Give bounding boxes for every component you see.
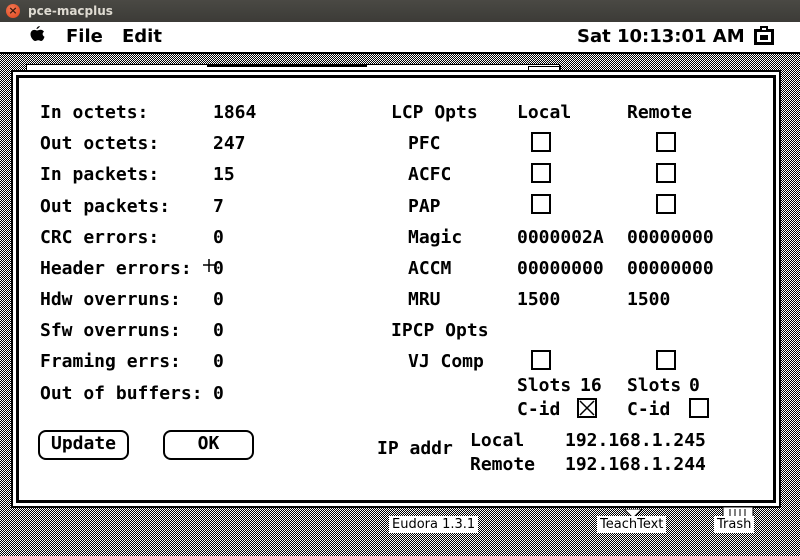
stat-label: Hdw overruns: xyxy=(40,289,181,310)
ip-local-value: 192.168.1.245 xyxy=(565,430,706,451)
stat-label: Out packets: xyxy=(40,196,171,217)
stat-value: 0 xyxy=(213,383,224,404)
ip-local-label: Local xyxy=(470,430,525,451)
acfc-label: ACFC xyxy=(408,164,452,185)
stat-value: 1864 xyxy=(213,102,257,123)
stat-label: Out octets: xyxy=(40,133,160,154)
stat-value: 0 xyxy=(213,289,224,310)
mac-screen: File Edit Sat 10:13:01 AM In octets: 186… xyxy=(0,22,800,556)
stat-label: Sfw overruns: xyxy=(40,320,181,341)
local-slots-label: Slots xyxy=(517,375,572,396)
stat-label: CRC errors: xyxy=(40,227,160,248)
update-button[interactable]: Update xyxy=(38,430,129,460)
apple-menu-icon[interactable] xyxy=(28,25,46,50)
magic-remote-value: 00000000 xyxy=(627,227,714,248)
desktop-icon-label[interactable]: Trash xyxy=(714,516,755,533)
stat-value: 0 xyxy=(213,320,224,341)
cid-remote-checkbox[interactable] xyxy=(689,398,709,418)
ppp-stats-dialog: In octets: 1864 Out octets: 247 In packe… xyxy=(11,70,781,508)
local-cid-label: C-id xyxy=(517,399,561,420)
stat-label: Out of buffers: xyxy=(40,383,203,404)
magic-local-value: 0000002A xyxy=(517,227,604,248)
ok-button[interactable]: OK xyxy=(163,430,254,460)
desktop-icon-label[interactable]: TeachText xyxy=(597,516,667,533)
pap-local-checkbox[interactable] xyxy=(531,194,551,214)
stat-label: In packets: xyxy=(40,164,160,185)
pap-label: PAP xyxy=(408,196,441,217)
stat-label: In octets: xyxy=(40,102,149,123)
pfc-local-checkbox[interactable] xyxy=(531,132,551,152)
ip-addr-label: IP addr xyxy=(377,438,453,459)
vj-comp-label: VJ Comp xyxy=(408,351,484,372)
pap-remote-checkbox[interactable] xyxy=(656,194,676,214)
close-icon[interactable]: × xyxy=(6,4,20,18)
cid-local-checkbox[interactable] xyxy=(577,398,597,418)
stat-value: 0 xyxy=(213,227,224,248)
stat-value: 15 xyxy=(213,164,235,185)
stat-value: 247 xyxy=(213,133,246,154)
acfc-local-checkbox[interactable] xyxy=(531,163,551,183)
remote-header: Remote xyxy=(627,102,693,123)
stat-value: 0 xyxy=(213,351,224,372)
ip-remote-label: Remote xyxy=(470,454,536,475)
magic-label: Magic xyxy=(408,227,463,248)
stat-label: Framing errs: xyxy=(40,351,181,372)
remote-slots-label: Slots xyxy=(627,375,682,396)
pfc-label: PFC xyxy=(408,133,441,154)
ip-remote-value: 192.168.1.244 xyxy=(565,454,706,475)
menu-edit[interactable]: Edit xyxy=(122,26,162,47)
vj-remote-checkbox[interactable] xyxy=(656,350,676,370)
local-header: Local xyxy=(517,102,572,123)
window-title: pce-macplus xyxy=(28,4,113,18)
vj-local-checkbox[interactable] xyxy=(531,350,551,370)
remote-cid-label: C-id xyxy=(627,399,671,420)
stat-label: Header errors: xyxy=(40,258,192,279)
remote-slots-value: 0 xyxy=(689,375,700,396)
mru-label: MRU xyxy=(408,289,441,310)
menu-file[interactable]: File xyxy=(66,26,103,47)
local-slots-value: 16 xyxy=(580,375,602,396)
window-titlebar: × pce-macplus xyxy=(0,0,800,22)
desktop-icon-label[interactable]: Eudora 1.3.1 xyxy=(389,516,479,533)
accm-remote-value: 00000000 xyxy=(627,258,714,279)
mru-remote-value: 1500 xyxy=(627,289,671,310)
mac-menubar: File Edit Sat 10:13:01 AM xyxy=(0,22,800,54)
pfc-remote-checkbox[interactable] xyxy=(656,132,676,152)
crosshair-cursor-icon xyxy=(203,259,216,272)
stat-value: 7 xyxy=(213,196,224,217)
menu-clock: Sat 10:13:01 AM xyxy=(577,26,745,47)
accm-label: ACCM xyxy=(408,258,452,279)
acfc-remote-checkbox[interactable] xyxy=(656,163,676,183)
accm-local-value: 00000000 xyxy=(517,258,604,279)
lcp-heading: LCP Opts xyxy=(391,102,478,123)
ipcp-heading: IPCP Opts xyxy=(391,320,489,341)
mru-local-value: 1500 xyxy=(517,289,561,310)
application-menu-icon[interactable] xyxy=(752,25,776,52)
